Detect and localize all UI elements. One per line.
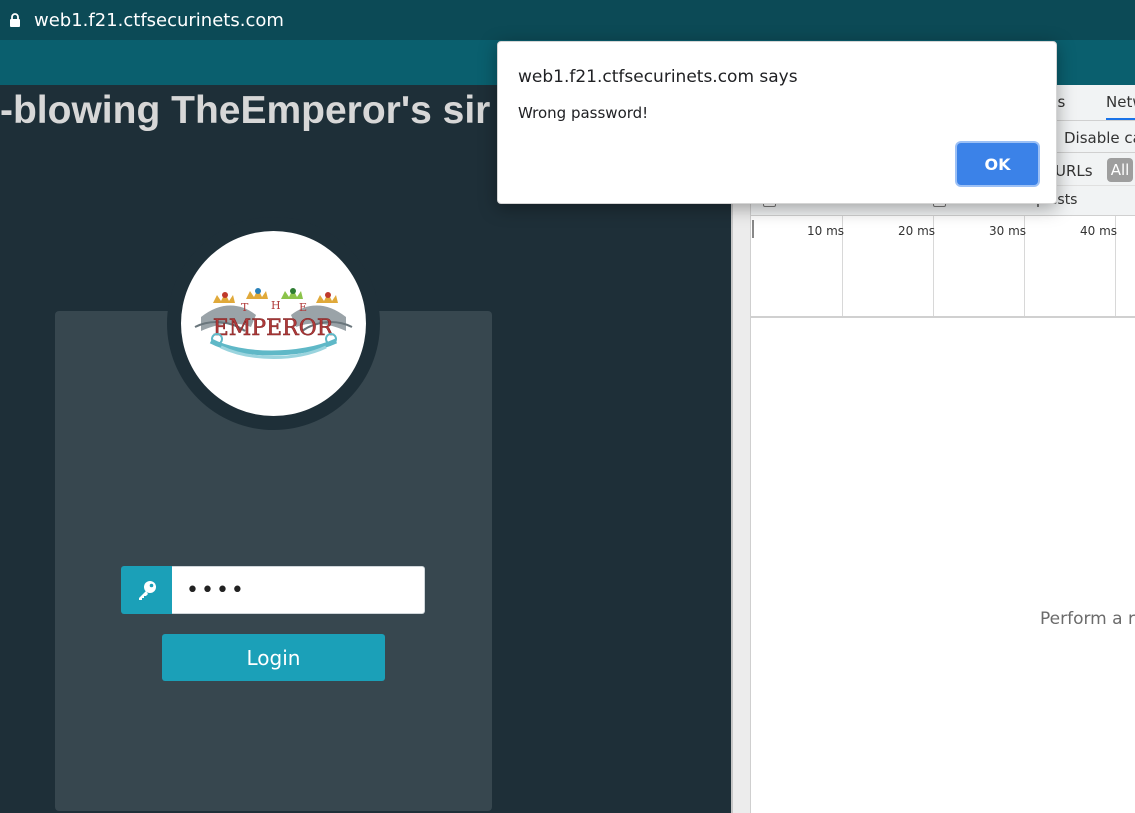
network-overview-timeline[interactable]: 10 ms 20 ms 30 ms 40 ms <box>751 216 1135 318</box>
dialog-message: Wrong password! <box>518 104 649 122</box>
timeline-tick-label: 10 ms <box>807 224 845 238</box>
timeline-tick-label: 30 ms <box>989 224 1027 238</box>
logo-wordmark: EMPEROR <box>213 316 335 341</box>
logo-letter-t: T <box>241 301 249 314</box>
timeline-tick-label: 40 ms <box>1080 224 1118 238</box>
key-icon <box>121 566 172 614</box>
lock-icon[interactable] <box>2 0 28 40</box>
password-group: •••• <box>121 566 425 614</box>
timeline-cursor <box>752 220 754 238</box>
tab-network[interactable]: Netw <box>1106 93 1135 120</box>
network-empty-message: Perform a re <box>1040 609 1135 629</box>
emperor-logo: T H E EMPEROR <box>181 231 366 416</box>
logo-letter-h: H <box>271 299 281 312</box>
timeline-tick-label: 20 ms <box>898 224 936 238</box>
screen: web1.f21.ctfsecurinets.com -blowing TheE… <box>0 0 1135 813</box>
page-title: -blowing TheEmperor's sir <box>0 89 491 132</box>
disable-cache-label[interactable]: Disable cac <box>1064 129 1135 147</box>
alert-dialog: web1.f21.ctfsecurinets.com says Wrong pa… <box>497 41 1057 204</box>
url-text[interactable]: web1.f21.ctfsecurinets.com <box>34 10 284 31</box>
dialog-title: web1.f21.ctfsecurinets.com says <box>518 67 798 87</box>
logo-letter-e: E <box>299 301 307 314</box>
filter-all-button[interactable]: All <box>1107 158 1133 182</box>
password-input[interactable]: •••• <box>172 566 425 614</box>
address-bar[interactable]: web1.f21.ctfsecurinets.com <box>0 0 1135 40</box>
login-button[interactable]: Login <box>162 634 385 681</box>
ok-button[interactable]: OK <box>957 143 1038 185</box>
